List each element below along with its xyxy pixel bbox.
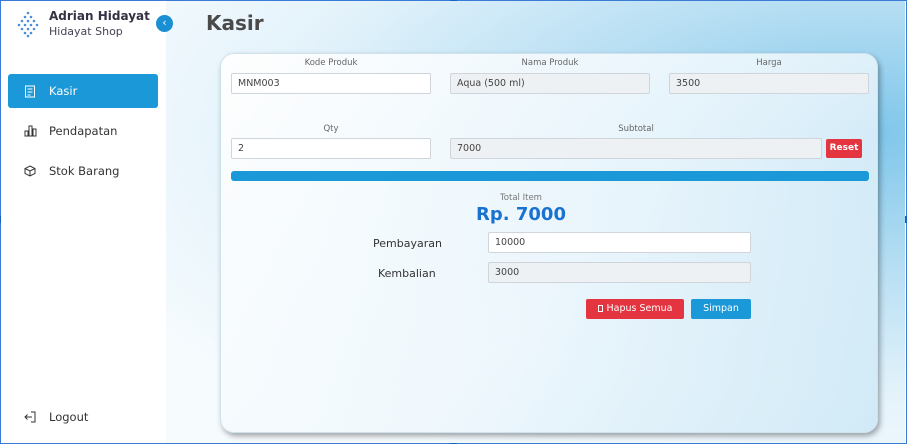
nama-produk-label: Nama Produk	[521, 58, 579, 68]
logout-button[interactable]: Logout	[23, 410, 88, 424]
brand-name: Adrian Hidayat	[49, 9, 150, 23]
sidebar-item-label: Pendapatan	[49, 124, 118, 138]
subtotal-label: Subtotal	[618, 124, 654, 134]
reset-button[interactable]: Reset	[826, 139, 862, 158]
pembayaran-label: Pembayaran	[373, 237, 442, 250]
simpan-button[interactable]: Simpan	[691, 299, 751, 319]
logout-label: Logout	[49, 410, 89, 424]
chevron-left-icon: ‹	[162, 16, 167, 29]
logout-icon	[23, 410, 37, 424]
cart-progress-bar	[231, 171, 869, 181]
hapus-semua-label: Hapus Semua	[606, 303, 673, 314]
sidebar-nav: Kasir Pendapatan Stok Barang	[8, 74, 158, 194]
main-content: Kasir Kode Produk MNM003 Nama Produk Aqu…	[166, 1, 905, 443]
box-icon	[23, 164, 37, 178]
sidebar: Adrian Hidayat Hidayat Shop Kasir Pendap…	[1, 1, 166, 443]
kode-produk-input[interactable]: MNM003	[231, 73, 431, 94]
trash-icon	[597, 305, 603, 312]
sidebar-item-kasir[interactable]: Kasir	[8, 74, 158, 108]
kembalian-label: Kembalian	[378, 267, 436, 280]
bar-chart-icon	[23, 124, 37, 138]
dot-fan-logo	[17, 11, 39, 38]
collapse-sidebar-button[interactable]: ‹	[156, 15, 173, 32]
kembalian-field: 3000	[488, 262, 751, 283]
harga-label: Harga	[756, 58, 782, 68]
cashier-card: Kode Produk MNM003 Nama Produk Aqua (500…	[220, 53, 878, 433]
sidebar-item-stok-barang[interactable]: Stok Barang	[8, 154, 158, 188]
qty-label: Qty	[323, 124, 339, 134]
page-title: Kasir	[206, 11, 264, 35]
total-amount: Rp. 7000	[476, 204, 566, 225]
harga-field: 3500	[669, 73, 869, 94]
sidebar-item-label: Stok Barang	[49, 164, 120, 178]
brand-shop: Hidayat Shop	[49, 25, 123, 38]
register-icon	[23, 84, 37, 98]
sidebar-item-label: Kasir	[49, 84, 78, 98]
sidebar-item-pendapatan[interactable]: Pendapatan	[8, 114, 158, 148]
hapus-semua-button[interactable]: Hapus Semua	[586, 299, 684, 319]
qty-input[interactable]: 2	[231, 138, 431, 159]
pembayaran-input[interactable]: 10000	[488, 232, 751, 253]
payment-panel: Total Item Rp. 7000 Pembayaran 10000 Kem…	[231, 189, 871, 333]
subtotal-field: 7000	[450, 138, 822, 159]
kode-produk-label: Kode Produk	[304, 58, 358, 68]
brand: Adrian Hidayat Hidayat Shop	[15, 9, 150, 39]
total-item-label: Total Item	[500, 193, 542, 203]
nama-produk-field: Aqua (500 ml)	[450, 73, 650, 94]
